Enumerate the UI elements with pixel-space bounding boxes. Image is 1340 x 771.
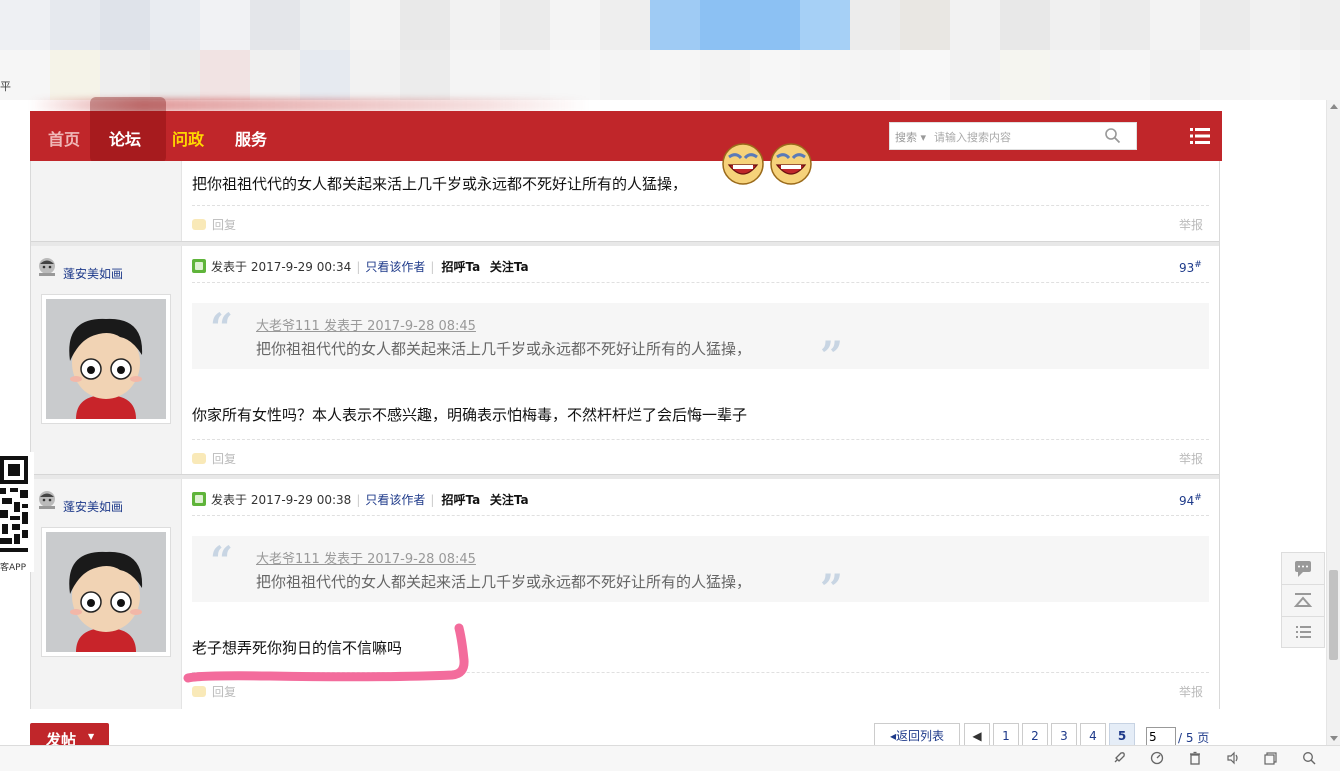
quote-block: “ 大老爷111 发表于 2017-9-28 08:45 把你祖祖代代的女人都关… (192, 536, 1209, 613)
report-button[interactable]: 举报 (1179, 450, 1203, 467)
nav-wenzheng[interactable]: 问政 (172, 126, 204, 150)
user-online-icon (39, 258, 55, 276)
avatar-cartoon-icon (46, 299, 166, 419)
reply-button[interactable]: 回复 (192, 216, 236, 233)
reply-icon (192, 219, 206, 230)
floating-toolbar (1281, 552, 1325, 648)
online-status-icon (192, 259, 206, 273)
zoom-icon[interactable] (1302, 751, 1316, 765)
page-jump-input[interactable]: 5 (1146, 727, 1176, 747)
search-placeholder: 请输入搜索内容 (934, 131, 1011, 144)
scroll-up-icon[interactable] (1330, 104, 1338, 109)
avatar-cartoon-icon (46, 532, 166, 652)
blurred-address-bar (0, 50, 1340, 100)
scroll-thumb[interactable] (1329, 570, 1338, 660)
laughing-emoji-icon (722, 143, 764, 185)
nav-service[interactable]: 服务 (235, 126, 267, 150)
browser-toolbar-blurred: 平 (0, 0, 1340, 100)
author-name[interactable]: 蓬安美如画 (63, 265, 123, 282)
avatar[interactable] (41, 294, 171, 424)
window-icon[interactable] (1264, 751, 1278, 765)
divider (192, 439, 1209, 440)
search-input[interactable]: 搜索 ▾ 请输入搜索内容 (889, 122, 1137, 150)
follow-link[interactable]: 关注Ta (490, 493, 529, 507)
divider (192, 282, 1209, 283)
scroll-down-icon[interactable] (1330, 736, 1338, 741)
avatar[interactable] (41, 527, 171, 657)
truncated-title-char: 平 (0, 80, 11, 93)
divider (192, 515, 1209, 516)
quote-text: 把你祖祖代代的女人都关起来活上几千岁或永远都不死好让所有的人猛操， (256, 573, 752, 591)
search-icon[interactable] (1104, 127, 1121, 144)
blurred-tab-strip (0, 0, 1340, 50)
follow-link[interactable]: 关注Ta (490, 260, 529, 274)
menu-icon[interactable] (1190, 128, 1210, 144)
nav-forum[interactable]: 论坛 (109, 126, 141, 150)
author-column (31, 161, 182, 241)
report-button[interactable]: 举报 (1179, 216, 1203, 233)
search-type-dropdown[interactable]: 搜索 ▾ (895, 129, 926, 145)
browser-status-bar (0, 745, 1340, 771)
post-time: 发表于 2017-9-29 00:34 (211, 260, 352, 274)
rocket-icon[interactable] (1112, 751, 1126, 765)
quote-open-icon: “ (210, 538, 234, 585)
quote-close-icon: ” (820, 566, 844, 613)
post-partial: 把你祖祖代代的女人都关起来活上几千岁或永远都不死好让所有的人猛操， 回复 举报 (31, 143, 1219, 241)
trash-icon[interactable] (1188, 751, 1202, 765)
greet-link[interactable]: 招呼Ta (441, 260, 480, 274)
quote-text: 把你祖祖代代的女人都关起来活上几千岁或永远都不死好让所有的人猛操， (256, 340, 752, 358)
post-time: 发表于 2017-9-29 00:38 (211, 493, 352, 507)
quote-close-icon: ” (820, 333, 844, 380)
laughing-emoji-icon (770, 143, 812, 185)
back-to-top-button[interactable] (1282, 585, 1324, 617)
post-meta: 发表于 2017-9-29 00:34 | 只看该作者 | 招呼Ta 关注Ta (192, 258, 529, 275)
quote-header[interactable]: 大老爷111 发表于 2017-9-28 08:45 (256, 548, 476, 567)
quote-block: “ 大老爷111 发表于 2017-9-28 08:45 把你祖祖代代的女人都关… (192, 303, 1209, 380)
nav-home[interactable]: 首页 (48, 126, 80, 150)
floor-number[interactable]: 94# (1179, 493, 1202, 508)
user-online-icon (39, 491, 55, 509)
list-icon (1296, 626, 1311, 638)
reply-icon (192, 453, 206, 464)
quote-header[interactable]: 大老爷111 发表于 2017-9-28 08:45 (256, 315, 476, 334)
only-author-link[interactable]: 只看该作者 (365, 493, 425, 507)
qr-code-icon (0, 456, 28, 552)
only-author-link[interactable]: 只看该作者 (365, 260, 425, 274)
qr-code[interactable] (0, 452, 34, 572)
pink-annotation-stroke (183, 623, 469, 683)
caret-down-icon: ▼ (88, 732, 95, 741)
post-meta: 发表于 2017-9-29 00:38 | 只看该作者 | 招呼Ta 关注Ta (192, 491, 529, 508)
list-button[interactable] (1282, 616, 1324, 647)
quote-open-icon: “ (210, 305, 234, 352)
speed-icon[interactable] (1150, 751, 1164, 765)
page-total: / 5 页 (1178, 731, 1210, 745)
report-button[interactable]: 举报 (1179, 683, 1203, 700)
author-name[interactable]: 蓬安美如画 (63, 498, 123, 515)
floor-number[interactable]: 93# (1179, 260, 1202, 275)
prev-arrow-icon: ◀ (972, 729, 982, 743)
greet-link[interactable]: 招呼Ta (441, 493, 480, 507)
comment-icon (1295, 561, 1311, 577)
post-93: 蓬安美如画 发表于 2017-9-29 00:34 | 只看该作者 | 招呼Ta… (31, 246, 1219, 474)
author-column: 蓬安美如画 (31, 246, 182, 474)
author-column: 蓬安美如画 (31, 479, 182, 709)
post-body: 你家所有女性吗？本人表示不感兴趣，明确表示怕梅毒，不然杆杆烂了会后悔一辈子 (192, 406, 748, 424)
volume-icon[interactable] (1226, 751, 1240, 765)
vertical-scrollbar[interactable] (1326, 100, 1340, 745)
comment-button[interactable] (1282, 553, 1324, 585)
back-to-top-icon (1293, 593, 1313, 607)
app-download-label[interactable]: 客APP (0, 560, 26, 573)
post-body: 把你祖祖代代的女人都关起来活上几千岁或永远都不死好让所有的人猛操， (192, 175, 688, 193)
online-status-icon (192, 492, 206, 506)
divider (192, 205, 1209, 206)
reply-button[interactable]: 回复 (192, 450, 236, 467)
site-header: 首页 论坛 问政 服务 搜索 ▾ 请输入搜索内容 (30, 97, 1222, 163)
